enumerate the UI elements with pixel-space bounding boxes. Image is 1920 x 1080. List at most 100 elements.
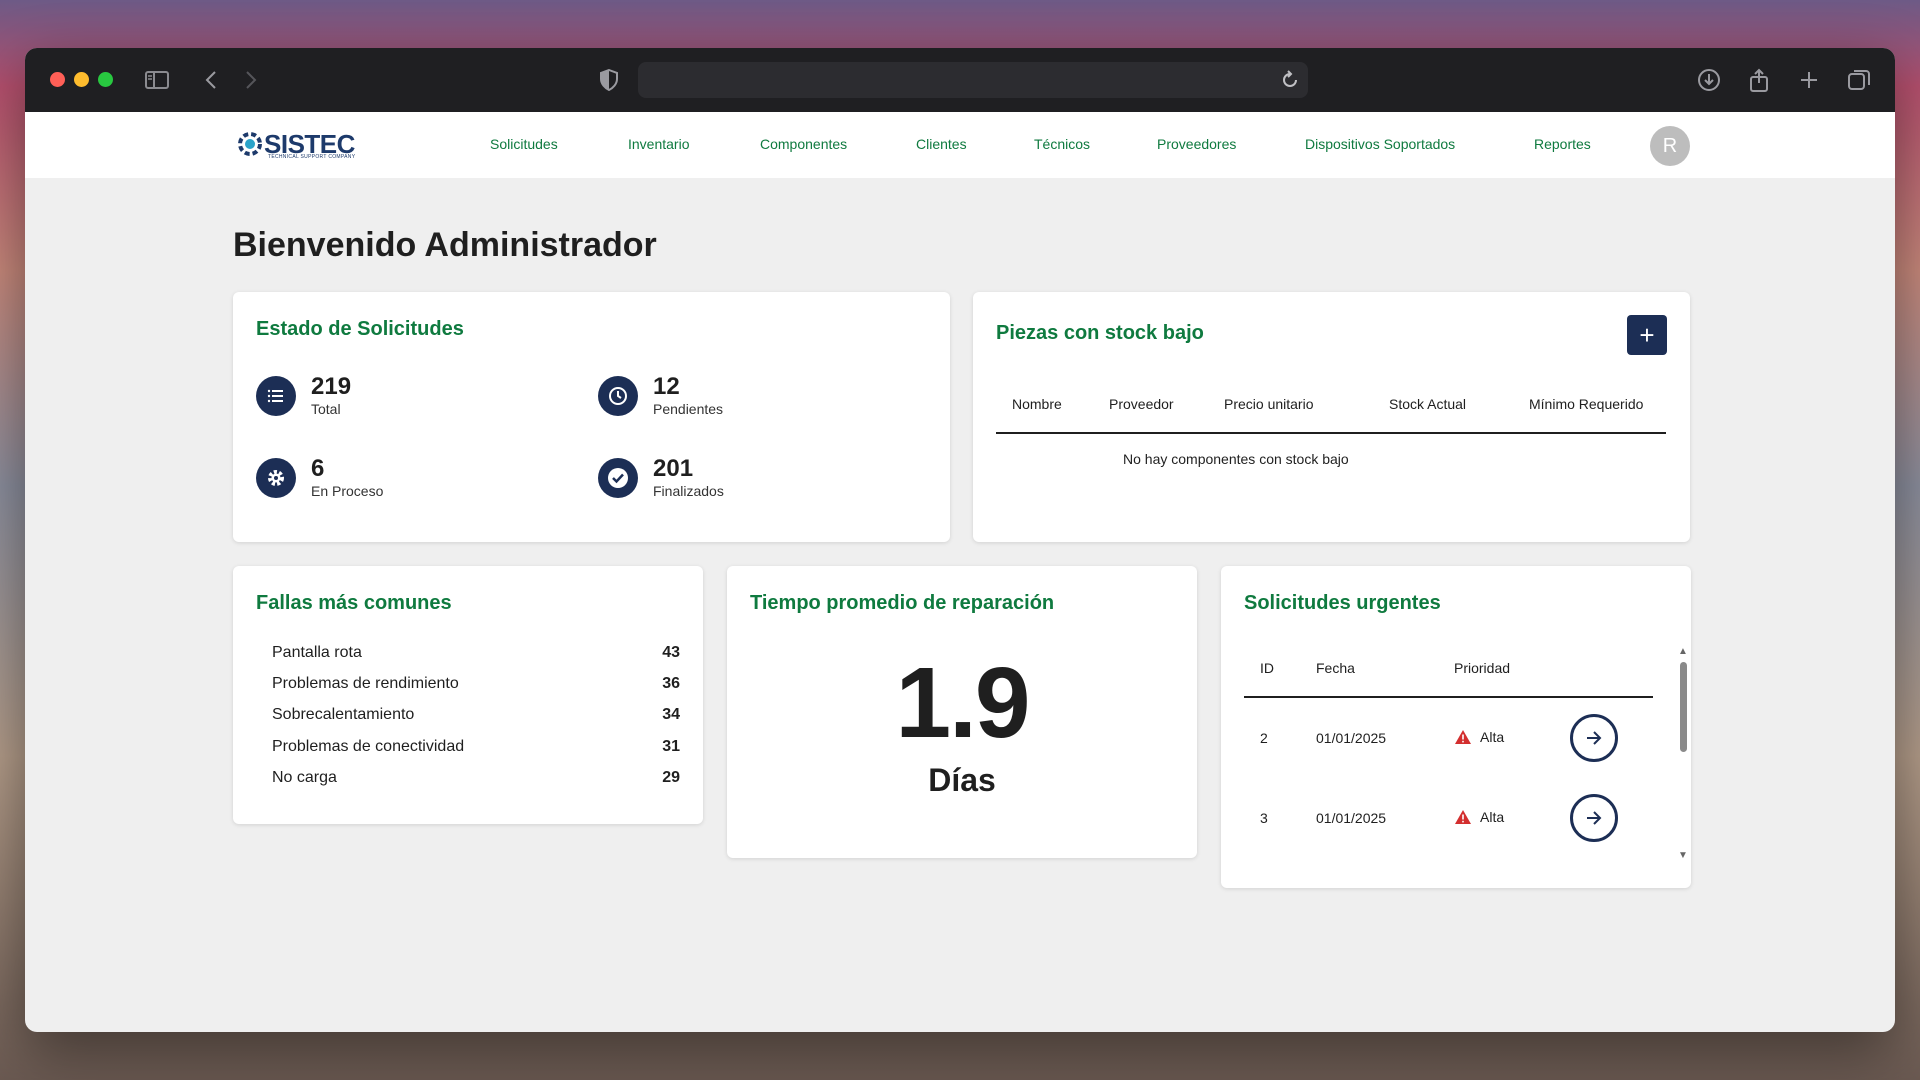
new-tab-icon[interactable]: [1795, 66, 1823, 94]
warning-icon: [1455, 810, 1471, 824]
falla-name: Problemas de rendimiento: [272, 675, 459, 692]
arrow-right-icon: [1587, 731, 1602, 745]
stat-pendientes-label: Pendientes: [653, 401, 724, 417]
nav-reportes[interactable]: Reportes: [1534, 136, 1591, 152]
list-item: Problemas de conectividad 31: [272, 738, 680, 756]
nav-solicitudes[interactable]: Solicitudes: [490, 136, 558, 152]
address-bar[interactable]: [638, 62, 1308, 98]
col-id: ID: [1260, 660, 1274, 676]
gear-logo-icon: [238, 132, 262, 156]
fallas-title: Fallas más comunes: [256, 592, 452, 614]
scroll-up-arrow[interactable]: ▲: [1678, 646, 1688, 657]
falla-count: 29: [662, 769, 680, 786]
user-avatar[interactable]: R: [1650, 126, 1690, 166]
stat-pendientes: 12 Pendientes: [598, 374, 723, 418]
list-item: No carga 29: [272, 769, 680, 787]
stat-finalizados-label: Finalizados: [653, 483, 724, 499]
col-proveedor: Proveedor: [1109, 396, 1174, 412]
page-title: Bienvenido Administrador: [233, 226, 657, 264]
stat-total-value: 219: [311, 373, 352, 400]
scrollbar-thumb[interactable]: [1680, 662, 1687, 752]
stat-pendientes-value: 12: [653, 373, 680, 400]
list-item: Sobrecalentamiento 34: [272, 706, 680, 724]
solicitudes-urgentes-card: Solicitudes urgentes ID Fecha Prioridad …: [1221, 566, 1691, 888]
falla-name: No carga: [272, 769, 337, 786]
stat-en-proceso: 6 En Proceso: [256, 456, 383, 500]
nav-tecnicos[interactable]: Técnicos: [1034, 136, 1090, 152]
download-icon[interactable]: [1695, 66, 1723, 94]
logo-tagline: TECHNICAL SUPPORT COMPANY: [268, 154, 356, 160]
add-component-button[interactable]: +: [1627, 315, 1667, 355]
row-fecha: 01/01/2025: [1316, 810, 1387, 826]
falla-count: 34: [662, 706, 680, 723]
nav-inventario[interactable]: Inventario: [628, 136, 689, 152]
browser-window: SISTEC TECHNICAL SUPPORT COMPANY Solicit…: [25, 48, 1895, 1032]
list-item: Pantalla rota 43: [272, 644, 680, 662]
tiempo-promedio-card: Tiempo promedio de reparación 1.9 Días: [727, 566, 1197, 858]
prioridad-label: Alta: [1480, 809, 1505, 825]
empty-stock-message: No hay componentes con stock bajo: [1123, 451, 1349, 467]
reload-icon[interactable]: [1280, 68, 1300, 95]
arrow-right-icon: [1587, 811, 1602, 825]
estado-title: Estado de Solicitudes: [256, 318, 464, 340]
stat-total-label: Total: [311, 401, 341, 417]
stat-en-proceso-value: 6: [311, 455, 325, 482]
gear-icon: [256, 458, 296, 498]
forward-icon[interactable]: [237, 66, 265, 94]
stat-en-proceso-label: En Proceso: [311, 483, 384, 499]
col-prioridad: Prioridad: [1454, 660, 1511, 676]
close-window-button[interactable]: [50, 72, 65, 87]
tabs-overview-icon[interactable]: [1845, 66, 1873, 94]
nav-dispositivos-soportados[interactable]: Dispositivos Soportados: [1305, 136, 1455, 152]
stat-finalizados-value: 201: [653, 455, 694, 482]
tiempo-unit: Días: [928, 762, 996, 798]
shield-icon[interactable]: [595, 66, 623, 94]
clock-icon: [598, 376, 638, 416]
share-icon[interactable]: [1745, 66, 1773, 94]
list-item: Problemas de rendimiento 36: [272, 675, 680, 693]
sistec-logo[interactable]: SISTEC TECHNICAL SUPPORT COMPANY: [236, 126, 355, 162]
urgentes-title: Solicitudes urgentes: [1244, 592, 1441, 614]
sidebar-toggle-icon[interactable]: [143, 66, 171, 94]
row-id: 2: [1260, 730, 1268, 746]
nav-proveedores[interactable]: Proveedores: [1157, 136, 1236, 152]
stock-title: Piezas con stock bajo: [996, 322, 1204, 344]
estado-solicitudes-card: Estado de Solicitudes 219 Total 12 Pendi…: [233, 292, 950, 542]
falla-count: 43: [662, 644, 680, 661]
col-nombre: Nombre: [1012, 396, 1062, 412]
tiempo-title: Tiempo promedio de reparación: [750, 592, 1055, 614]
check-icon: [598, 458, 638, 498]
back-icon[interactable]: [197, 66, 225, 94]
table-header-divider: [996, 432, 1666, 434]
list-icon: [256, 376, 296, 416]
open-request-button[interactable]: [1570, 714, 1618, 762]
row-id: 3: [1260, 810, 1268, 826]
nav-clientes[interactable]: Clientes: [916, 136, 967, 152]
col-fecha: Fecha: [1316, 660, 1355, 676]
falla-name: Problemas de conectividad: [272, 738, 465, 755]
col-stock-actual: Stock Actual: [1389, 396, 1467, 412]
minimize-window-button[interactable]: [74, 72, 89, 87]
table-header-divider: [1244, 696, 1653, 698]
scroll-down-arrow[interactable]: ▼: [1678, 850, 1688, 861]
row-fecha: 01/01/2025: [1316, 730, 1387, 746]
row-prioridad: Alta: [1454, 729, 1504, 745]
stat-total: 219 Total: [256, 374, 351, 418]
fallas-card: Fallas más comunes Pantalla rota 43 Prob…: [233, 566, 703, 824]
prioridad-label: Alta: [1480, 729, 1505, 745]
falla-count: 31: [662, 738, 680, 755]
falla-name: Pantalla rota: [272, 644, 362, 661]
falla-name: Sobrecalentamiento: [272, 706, 415, 723]
stat-finalizados: 201 Finalizados: [598, 456, 724, 500]
tiempo-value: 1.9: [895, 647, 1030, 759]
stock-bajo-card: Piezas con stock bajo + Nombre Proveedor…: [973, 292, 1690, 542]
falla-count: 36: [662, 675, 680, 692]
maximize-window-button[interactable]: [98, 72, 113, 87]
nav-componentes[interactable]: Componentes: [760, 136, 847, 152]
app-navbar: SISTEC TECHNICAL SUPPORT COMPANY Solicit…: [25, 112, 1895, 178]
open-request-button[interactable]: [1570, 794, 1618, 842]
browser-titlebar: [25, 48, 1895, 112]
warning-icon: [1455, 730, 1471, 744]
window-controls: [50, 72, 113, 87]
col-minimo-requerido: Mínimo Requerido: [1529, 396, 1644, 412]
